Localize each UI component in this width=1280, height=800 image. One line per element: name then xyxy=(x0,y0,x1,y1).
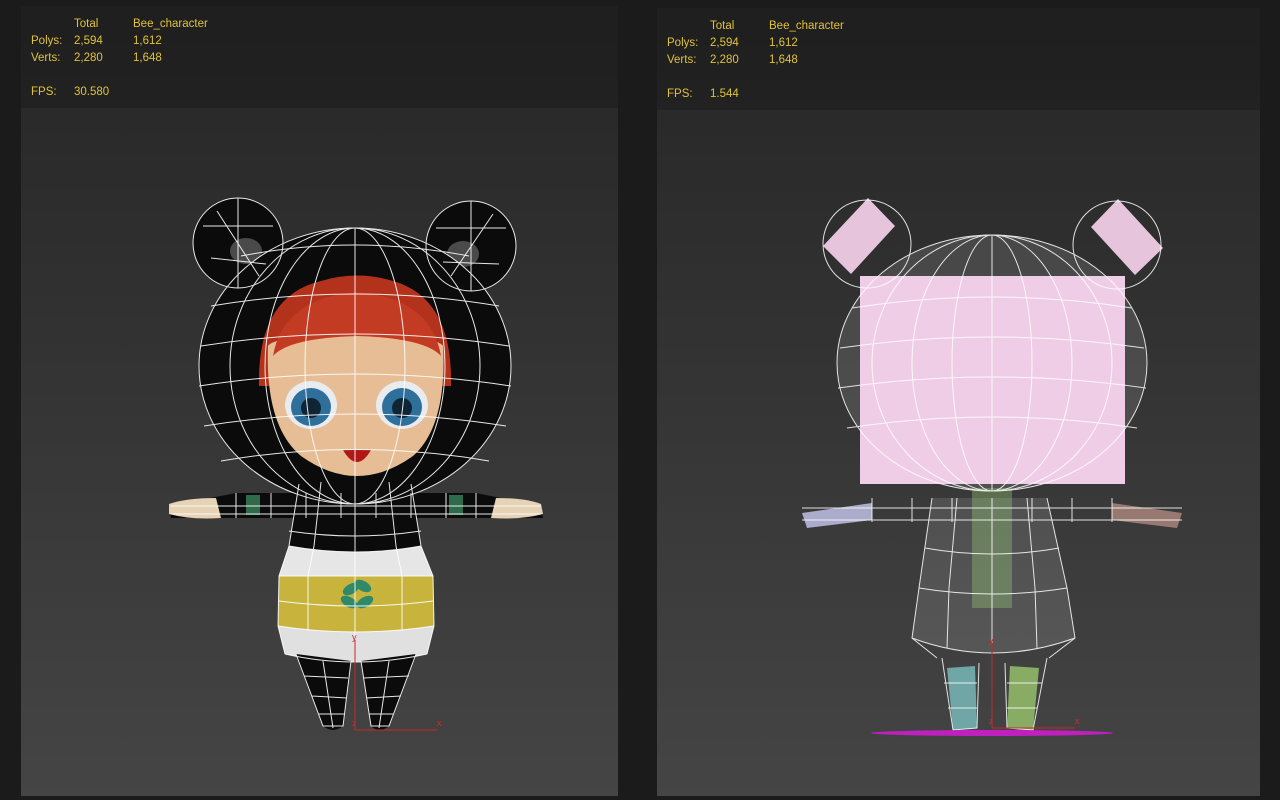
bee-character-proxy-model[interactable]: y x z xyxy=(657,8,1260,796)
left-arm-bone xyxy=(802,503,872,528)
axis-label-z: z xyxy=(989,717,993,726)
ground-plane xyxy=(871,730,1113,736)
axis-label-x: x xyxy=(1075,716,1080,726)
axis-label-z: z xyxy=(352,719,356,728)
right-ear-bone xyxy=(1091,199,1163,275)
viewport-left[interactable]: Total Bee_character Polys: 2,594 1,612 V… xyxy=(21,6,618,796)
bee-character-shaded-model[interactable]: y x z xyxy=(21,6,618,796)
axis-label-x: x xyxy=(437,718,442,728)
axis-label-y: y xyxy=(989,635,994,645)
axis-label-y: y xyxy=(352,632,357,642)
right-leg-bone xyxy=(1007,666,1039,730)
left-ear-bone xyxy=(823,198,895,274)
viewport-right[interactable]: Total Bee_character Polys: 2,594 1,612 V… xyxy=(657,8,1260,796)
right-arm-bone xyxy=(1112,503,1182,528)
